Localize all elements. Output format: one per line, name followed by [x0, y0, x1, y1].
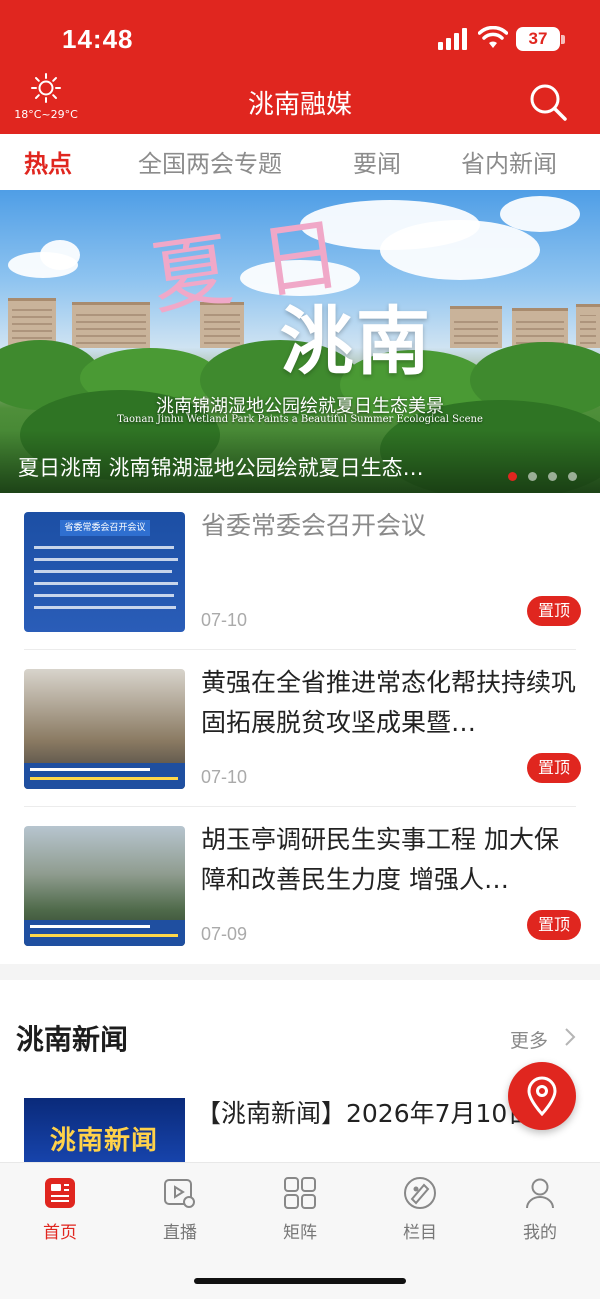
thumbnail-text-line [34, 570, 172, 573]
carousel-dot[interactable] [548, 472, 557, 481]
news-item[interactable]: 黄强在全省推进常态化帮扶持续巩固拓展脱贫攻坚成果暨… 07-10 置顶 [24, 651, 581, 807]
tabbar-label: 直播 [163, 1223, 197, 1243]
thumbnail-text-line [34, 546, 174, 549]
news-item[interactable]: 省委常委会召开会议 省委常委会召开会议 07-10 置顶 [24, 494, 581, 650]
tabbar-item-matrix[interactable]: 矩阵 [260, 1175, 340, 1245]
tabbar-label: 首页 [43, 1223, 77, 1243]
news-date: 07-09 [201, 924, 248, 944]
news-thumbnail: 省委常委会召开会议 [24, 512, 185, 632]
signal-icon [438, 28, 467, 50]
chevron-right-icon[interactable] [562, 1026, 578, 1048]
battery-tip [561, 35, 565, 44]
tab-province-news[interactable]: 省内新闻 [461, 144, 557, 179]
carousel-dot[interactable] [568, 472, 577, 481]
banner-caption: 夏日洮南 洮南锦湖湿地公园绘就夏日生态… [18, 456, 424, 480]
news-thumbnail [24, 826, 185, 946]
pinned-badge: 置顶 [527, 596, 581, 626]
pinned-badge: 置顶 [527, 910, 581, 940]
battery-indicator: 37 [516, 27, 560, 51]
section-title: 洮南新闻 [16, 1023, 129, 1056]
building [576, 304, 600, 348]
wifi-icon [478, 26, 508, 48]
cloud [500, 196, 580, 232]
news-thumbnail [24, 669, 185, 789]
news-date: 07-10 [201, 767, 248, 787]
pinned-badge: 置顶 [527, 753, 581, 783]
news-date: 07-10 [201, 610, 248, 630]
news-title: 黄强在全省推进常态化帮扶持续巩固拓展脱贫攻坚成果暨… [201, 668, 576, 737]
carousel-dot[interactable] [528, 472, 537, 481]
home-indicator[interactable] [194, 1278, 406, 1284]
building [450, 306, 502, 348]
banner-art-subtitle-en: Taonan Jinhu Wetland Park Paints a Beaut… [117, 414, 483, 425]
tabbar-item-home[interactable]: 首页 [20, 1175, 100, 1245]
carousel-dot[interactable] [508, 472, 517, 481]
news-thumbnail[interactable]: 洮南新闻 [24, 1098, 185, 1168]
section-gap [0, 964, 600, 980]
tab-hot[interactable]: 热点 [24, 144, 72, 179]
tabbar-label: 栏目 [403, 1223, 437, 1243]
grid-icon [284, 1177, 316, 1209]
banner-art-title-2: 洮南 [280, 299, 432, 385]
tabbar-label: 矩阵 [283, 1223, 317, 1243]
status-bar: 14:48 37 [0, 0, 600, 70]
location-pin-icon [527, 1076, 557, 1116]
tabbar-item-me[interactable]: 我的 [500, 1175, 580, 1245]
cloud [40, 240, 80, 270]
more-link[interactable]: 更多 [510, 1026, 548, 1053]
thumbnail-text-line [34, 594, 174, 597]
cloud [380, 220, 540, 280]
thumbnail-text-line [34, 606, 176, 609]
news-title: 胡玉亭调研民生实事工程 加大保障和改善民生力度 增强人… [201, 825, 559, 894]
divider [24, 806, 576, 807]
thumbnail-caption-bar [24, 920, 185, 946]
thumbnail-text-line [34, 582, 178, 585]
user-icon [526, 1178, 554, 1209]
carousel-dots[interactable] [508, 472, 588, 482]
tabbar-label: 我的 [523, 1223, 557, 1243]
thumbnail-caption-bar [24, 763, 185, 789]
thumbnail-heading: 省委常委会召开会议 [60, 520, 150, 536]
banner-carousel[interactable]: 夏日 洮南 洮南锦湖湿地公园绘就夏日生态美景 Taonan Jinhu Wetl… [0, 190, 600, 493]
news-item[interactable]: 胡玉亭调研民生实事工程 加大保障和改善民生力度 增强人… 07-09 置顶 [24, 808, 581, 964]
live-icon [164, 1179, 195, 1208]
column-icon [404, 1177, 436, 1209]
app-title: 洮南融媒 [247, 90, 352, 120]
app-header: 14:48 37 18°C~29°C 洮南融媒 [0, 0, 600, 134]
status-time: 14:48 [62, 24, 134, 54]
news-title: 省委常委会召开会议 [201, 511, 427, 540]
tabbar-item-live[interactable]: 直播 [140, 1175, 220, 1245]
thumbnail-heading: 洮南新闻 [50, 1126, 159, 1156]
channel-tabs: 热点 全国两会专题 要闻 省内新闻 [0, 134, 600, 190]
tab-headlines[interactable]: 要闻 [353, 144, 401, 179]
tabbar-item-columns[interactable]: 栏目 [380, 1175, 460, 1245]
divider [24, 649, 576, 650]
thumbnail-text-line [34, 558, 178, 561]
search-icon[interactable] [526, 80, 570, 124]
location-button[interactable] [508, 1062, 576, 1130]
tab-two-sessions[interactable]: 全国两会专题 [138, 144, 282, 179]
building [72, 302, 150, 348]
news-icon [45, 1178, 75, 1208]
